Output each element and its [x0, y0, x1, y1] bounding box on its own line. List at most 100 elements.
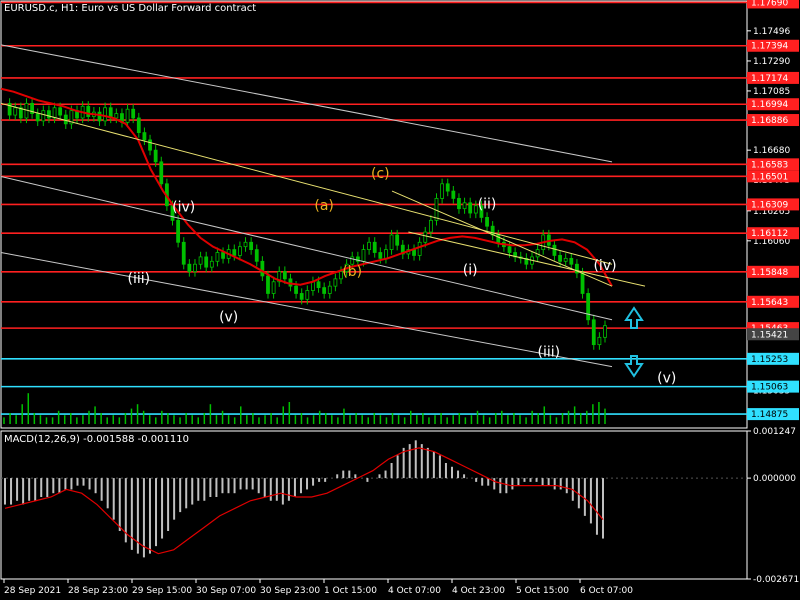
candle-body: [131, 108, 136, 119]
candle-body: [193, 263, 197, 272]
candle-body: [148, 139, 152, 151]
candle-body: [41, 110, 46, 122]
chart-canvas[interactable]: 1.174961.172901.170851.168861.166801.164…: [0, 0, 800, 600]
price-panel-frame: [0, 0, 748, 429]
macd-axis-label: -0.002671: [753, 575, 799, 585]
candle-body: [243, 241, 248, 248]
price-axis-label: 1.16680: [753, 146, 790, 156]
candle-body: [311, 281, 315, 291]
candle-body: [485, 217, 489, 227]
macd-signal-line: [4, 447, 604, 555]
wave-label: (iv): [172, 200, 195, 216]
price-axis-label: 1.17290: [753, 57, 790, 67]
level-price-label: 1.15848: [751, 268, 788, 278]
candle-body: [232, 249, 237, 256]
channel-line: [0, 252, 613, 368]
candle-body: [384, 249, 388, 259]
candle-body: [558, 255, 562, 262]
candle-body: [395, 234, 400, 246]
time-axis-label: 5 Oct 15:00: [516, 586, 569, 596]
candle-body: [372, 241, 377, 253]
candle-body: [445, 183, 450, 192]
candle-body: [209, 260, 214, 268]
macd-axis-label: 0.001247: [753, 427, 796, 437]
current-price-label: 1.15421: [751, 330, 788, 340]
candle-body: [221, 252, 225, 259]
time-axis-label: 30 Sep 23:00: [260, 586, 320, 596]
wave-label: (c): [371, 166, 390, 182]
candle-body: [457, 198, 461, 210]
candle-body: [333, 278, 338, 287]
candle-body: [114, 113, 119, 119]
candle-body: [159, 161, 164, 185]
candle-body: [552, 244, 557, 256]
wave-label: (i): [463, 262, 478, 278]
candle-body: [215, 252, 220, 262]
candle-body: [423, 231, 428, 243]
level-price-label: 1.16994: [751, 100, 788, 110]
candle-body: [322, 287, 327, 294]
level-price-label: 1.15063: [751, 383, 788, 393]
candle-body: [440, 183, 445, 199]
candle-body: [58, 107, 63, 116]
time-axis-label: 28 Sep 23:00: [68, 586, 128, 596]
level-price-label: 1.15643: [751, 298, 788, 308]
channel-line: [0, 44, 613, 163]
channel-line: [0, 102, 613, 265]
level-price-label: 1.17394: [751, 42, 788, 52]
candle-body: [63, 114, 68, 125]
candle-body: [327, 285, 332, 294]
candle-body: [580, 272, 585, 294]
candle-body: [254, 249, 259, 262]
candle-body: [249, 241, 254, 250]
level-price-label: 1.16501: [751, 172, 788, 182]
candle-body: [367, 241, 371, 250]
wave-label: (b): [342, 264, 362, 280]
time-axis-label: 30 Sep 07:00: [196, 586, 256, 596]
candle-body: [198, 256, 203, 265]
candle-body: [125, 108, 130, 123]
chart-window: 1.174961.172901.170851.168861.166801.164…: [0, 0, 800, 600]
candle-body: [271, 281, 276, 294]
wave-label: (v): [219, 309, 238, 325]
level-price-label: 1.14875: [751, 410, 788, 420]
level-price-label: 1.16309: [751, 200, 788, 210]
candle-body: [97, 111, 102, 122]
level-price-label: 1.15253: [751, 355, 788, 365]
candle-body: [204, 256, 209, 268]
candle-body: [299, 293, 304, 300]
time-axis-label: 1 Oct 15:00: [324, 586, 377, 596]
level-price-label: 1.16112: [751, 229, 788, 239]
up-arrow: [624, 306, 644, 329]
candle-body: [507, 246, 512, 253]
candle-body: [389, 234, 394, 250]
candle-body: [13, 107, 18, 116]
candle-body: [569, 257, 574, 265]
candle-body: [417, 241, 422, 256]
time-axis-label: 4 Oct 07:00: [388, 586, 441, 596]
candle-body: [316, 281, 321, 289]
candle-body: [266, 275, 270, 294]
candle-body: [462, 202, 467, 210]
candle-body: [361, 249, 366, 262]
candle-body: [563, 257, 568, 262]
candle-body: [35, 113, 40, 122]
candle-body: [294, 285, 298, 294]
chart-title: EURUSD.c, H1: Euro vs US Dollar Forward …: [4, 3, 257, 14]
candle-body: [153, 149, 158, 163]
candle-body: [103, 107, 108, 122]
wave-label: (iii): [128, 271, 151, 287]
candle-body: [586, 293, 591, 321]
candle-body: [305, 290, 310, 300]
time-axis-label: 28 Sep 2021: [4, 586, 61, 596]
candle-body: [597, 336, 602, 346]
level-price-label: 1.17690: [751, 0, 788, 8]
candle-body: [238, 246, 242, 256]
candle-body: [282, 271, 287, 280]
candle-body: [52, 107, 57, 119]
level-price-label: 1.16583: [751, 160, 788, 170]
wave-label: (ii): [478, 197, 497, 213]
time-axis-label: 29 Sep 15:00: [132, 586, 192, 596]
candle-body: [86, 105, 91, 117]
candle-body: [47, 110, 51, 119]
